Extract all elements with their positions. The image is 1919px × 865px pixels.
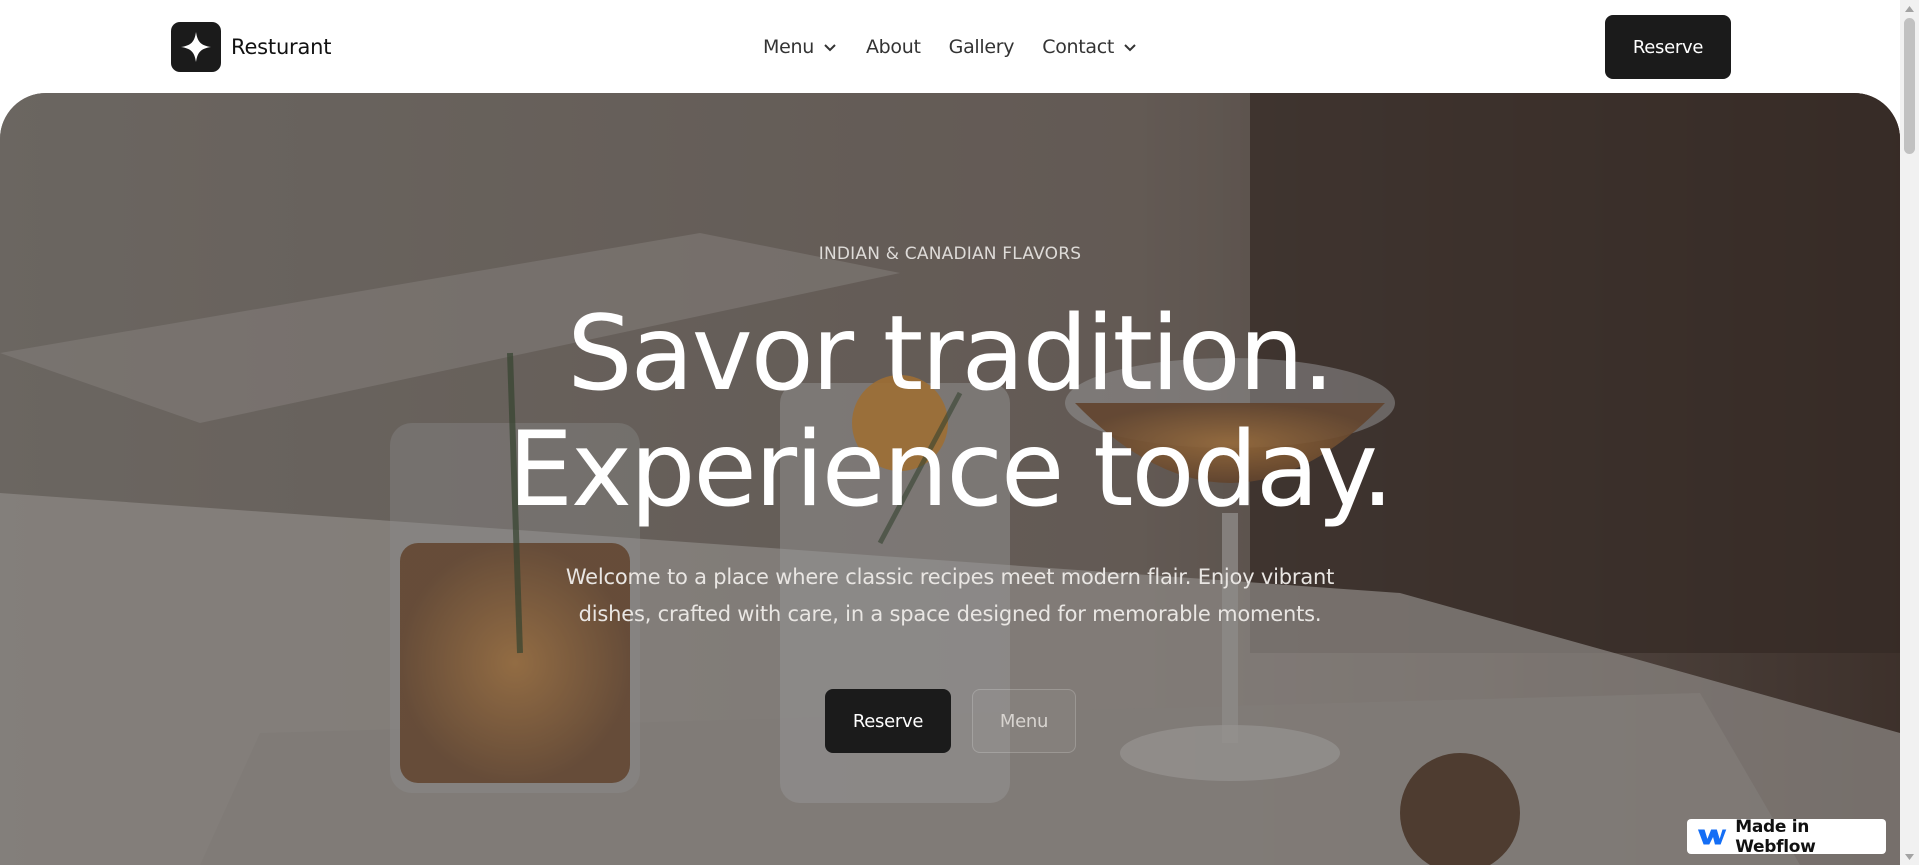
navbar: Resturant Menu About Gallery Contact Res… xyxy=(0,0,1900,93)
hero-eyebrow: INDIAN & CANADIAN FLAVORS xyxy=(818,244,1082,264)
nav-item-gallery-label: Gallery xyxy=(948,36,1015,58)
hero-reserve-button[interactable]: Reserve xyxy=(825,689,951,753)
nav-item-menu-label: Menu xyxy=(763,36,814,58)
hero-subtext: Welcome to a place where classic recipes… xyxy=(565,565,1335,626)
hero-headline: Savor tradition. Experience today. xyxy=(0,296,1900,528)
badge-label: Made in Webflow xyxy=(1735,816,1816,857)
chevron-down-icon xyxy=(1124,44,1136,52)
chevron-down-icon xyxy=(824,44,836,52)
webflow-logo-icon xyxy=(1697,828,1727,845)
made-in-webflow-badge[interactable]: Made in Webflow xyxy=(1687,816,1886,857)
nav-item-contact[interactable]: Contact xyxy=(1042,36,1138,58)
hero-menu-button[interactable]: Menu xyxy=(972,689,1076,753)
scroll-down-arrow-icon[interactable] xyxy=(1900,848,1919,865)
nav-reserve-button[interactable]: Reserve xyxy=(1605,15,1731,79)
hero-headline-line2: Experience today. xyxy=(507,410,1394,530)
scroll-up-arrow-icon[interactable] xyxy=(1900,0,1919,17)
sparkle-logo-icon xyxy=(171,21,221,72)
vertical-scrollbar[interactable] xyxy=(1900,0,1919,865)
nav-item-contact-label: Contact xyxy=(1042,36,1115,58)
nav-item-about[interactable]: About xyxy=(866,36,921,58)
hero-headline-line1: Savor tradition. xyxy=(567,294,1334,414)
brand-name: Resturant xyxy=(231,34,332,59)
brand-link[interactable]: Resturant xyxy=(171,21,332,72)
page: Resturant Menu About Gallery Contact Res… xyxy=(0,0,1900,865)
main-nav: Menu About Gallery Contact xyxy=(763,30,1138,64)
nav-item-gallery[interactable]: Gallery xyxy=(949,36,1015,58)
hero-section: INDIAN & CANADIAN FLAVORS Savor traditio… xyxy=(0,93,1900,865)
nav-item-menu[interactable]: Menu xyxy=(763,36,838,58)
nav-item-about-label: About xyxy=(865,36,921,58)
scrollbar-thumb[interactable] xyxy=(1904,18,1915,154)
